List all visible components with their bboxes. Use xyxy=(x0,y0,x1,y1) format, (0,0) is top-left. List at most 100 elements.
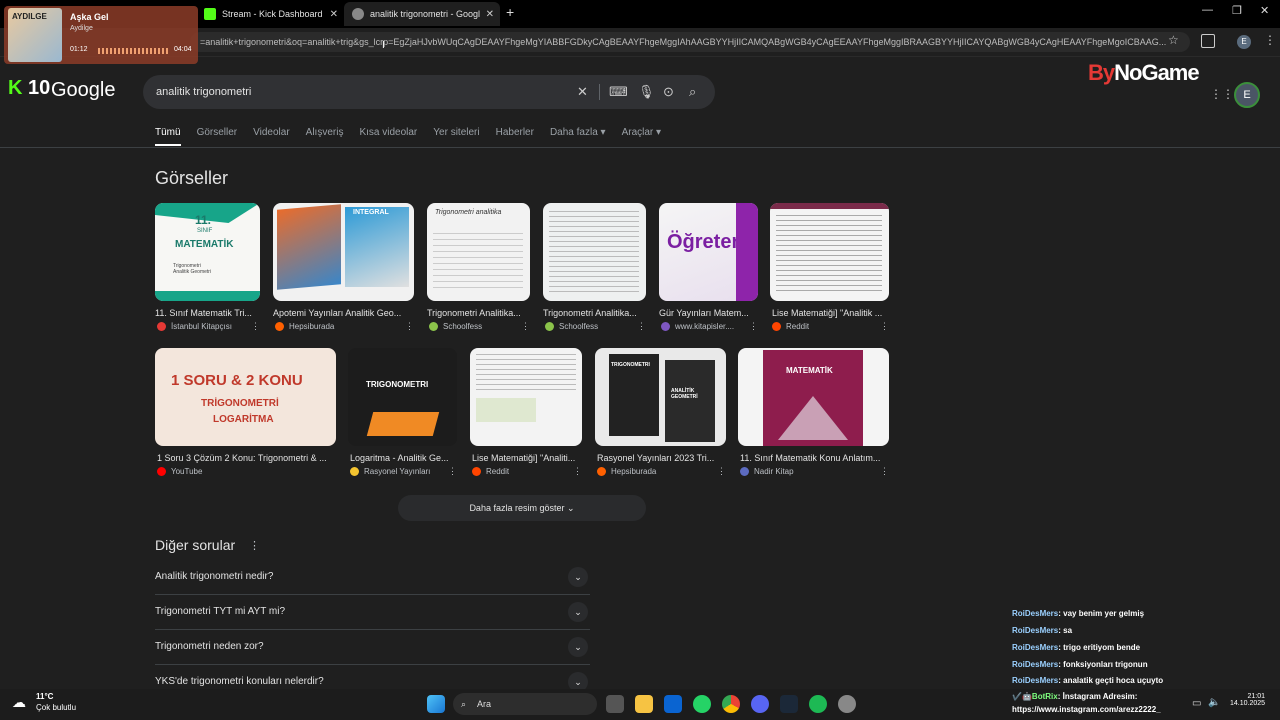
image-result-1[interactable]: 11. SINIF MATEMATİK Trigonometri Analiti… xyxy=(155,203,260,301)
image-source: Rasyonel Yayınları xyxy=(350,467,430,476)
image-result-5[interactable]: Öğreten xyxy=(659,203,758,301)
kick-favicon-icon xyxy=(204,8,216,20)
question-item[interactable]: Trigonometri TYT mi AYT mi? ⌄ xyxy=(155,595,590,630)
more-options-icon[interactable]: ⋮ xyxy=(251,321,260,332)
tab-short-videos[interactable]: Kısa videolar xyxy=(359,127,417,146)
outlook-icon[interactable] xyxy=(664,695,682,713)
song-artist: Aydilge xyxy=(70,25,93,32)
more-options-icon[interactable]: ⋮ xyxy=(405,321,414,332)
more-options-icon[interactable]: ⋮ xyxy=(880,466,889,477)
clock[interactable]: 21:01 14.10.2025 xyxy=(1230,693,1265,707)
obs-icon[interactable] xyxy=(838,695,856,713)
browser-menu-icon[interactable]: ⋮ xyxy=(1264,33,1276,47)
task-view-icon[interactable] xyxy=(606,695,624,713)
image-result-11[interactable]: MATEMATİK xyxy=(738,348,889,446)
minimize-icon[interactable]: — xyxy=(1202,4,1213,16)
waveform xyxy=(98,48,170,54)
cloud-icon: ☁ xyxy=(12,694,26,710)
start-icon[interactable] xyxy=(427,695,445,713)
image-source: Hepsiburada xyxy=(275,322,334,331)
more-options-icon[interactable]: ⋮ xyxy=(749,321,758,332)
more-options-icon[interactable]: ⋮ xyxy=(249,539,260,552)
image-title[interactable]: Trigonometri Analitika... xyxy=(427,308,530,318)
question-item[interactable]: Analitik trigonometri nedir? ⌄ xyxy=(155,560,590,595)
steam-icon[interactable] xyxy=(780,695,798,713)
chat-message: RoiDesMers: vay benim yer gelmiş xyxy=(1012,609,1145,618)
new-tab-button[interactable]: + xyxy=(506,4,514,20)
close-tab-icon[interactable]: ✕ xyxy=(486,9,494,20)
tab-videos[interactable]: Videolar xyxy=(253,127,290,146)
image-title[interactable]: Lise Matematiği] "Analitik ... xyxy=(772,308,889,318)
image-result-8[interactable]: TRIGONOMETRI xyxy=(348,348,457,446)
image-title[interactable]: Apotemi Yayınları Analitik Geo... xyxy=(273,308,414,318)
tab-shopping[interactable]: Alışveriş xyxy=(306,127,344,146)
tab-more[interactable]: Daha fazla ▾ xyxy=(550,127,606,146)
tab-kick-dashboard[interactable]: Stream - Kick Dashboard ✕ xyxy=(196,2,344,26)
bookmark-star-icon[interactable]: ☆ xyxy=(1168,33,1179,47)
image-source: Reddit xyxy=(772,322,809,331)
image-result-7[interactable]: 1 SORU & 2 KONU TRİGONOMETRİ LOGARİTMA xyxy=(155,348,336,446)
more-options-icon[interactable]: ⋮ xyxy=(717,466,726,477)
volume-icon[interactable]: 🔈 xyxy=(1208,697,1220,708)
more-options-icon[interactable]: ⋮ xyxy=(448,466,457,477)
image-result-6[interactable] xyxy=(770,203,889,301)
chevron-down-icon[interactable]: ⌄ xyxy=(568,567,588,587)
image-title[interactable]: Lise Matematiği] "Analiti... xyxy=(472,453,582,463)
google-logo[interactable]: Google xyxy=(51,79,116,102)
tab-news[interactable]: Haberler xyxy=(496,127,534,146)
more-options-icon[interactable]: ⋮ xyxy=(637,321,646,332)
lens-icon[interactable]: ⊙ xyxy=(663,84,674,100)
chrome-icon[interactable] xyxy=(722,695,740,713)
search-box[interactable]: analitik trigonometri ✕ ⌨ 🎙 ⊙ ⌕ xyxy=(143,75,715,109)
tab-google-search[interactable]: analitik trigonometri - Google Ar ✕ xyxy=(344,2,500,26)
search-icon[interactable]: ⌕ xyxy=(689,84,696,100)
close-window-icon[interactable]: ✕ xyxy=(1260,4,1269,17)
chat-message: RoiDesMers: trigo eritiyom bende xyxy=(1012,643,1141,652)
profile-icon[interactable]: E xyxy=(1237,35,1251,49)
network-icon[interactable]: ▭ xyxy=(1192,698,1201,709)
image-title[interactable]: Rasyonel Yayınları 2023 Tri... xyxy=(597,453,726,463)
image-title[interactable]: 1 Soru 3 Çözüm 2 Konu: Trigonometri & ..… xyxy=(157,453,336,463)
extensions-icon[interactable] xyxy=(1201,34,1215,48)
keyboard-icon[interactable]: ⌨ xyxy=(609,84,628,100)
image-source: Reddit xyxy=(472,467,509,476)
tab-places[interactable]: Yer siteleri xyxy=(433,127,479,146)
more-options-icon[interactable]: ⋮ xyxy=(880,321,889,332)
discord-icon[interactable] xyxy=(751,695,769,713)
image-title[interactable]: Gür Yayınları Matem... xyxy=(659,308,758,318)
question-item[interactable]: Trigonometri neden zor? ⌄ xyxy=(155,630,590,665)
image-source: Schoolfess xyxy=(429,322,482,331)
image-title[interactable]: Trigonometri Analitika... xyxy=(543,308,646,318)
image-title[interactable]: 11. Sınıf Matematik Tri... xyxy=(155,308,260,318)
chevron-down-icon[interactable]: ⌄ xyxy=(568,602,588,622)
clear-icon[interactable]: ✕ xyxy=(577,84,588,100)
image-source: İstanbul Kitapçısı xyxy=(157,322,232,331)
restore-icon[interactable]: ❐ xyxy=(1232,4,1242,17)
tab-tools[interactable]: Araçlar ▾ xyxy=(622,127,661,146)
more-images-button[interactable]: Daha fazla resim göster ⌄ xyxy=(398,495,646,521)
mic-icon[interactable]: 🎙 xyxy=(638,84,655,100)
image-result-4[interactable] xyxy=(543,203,646,301)
image-result-3[interactable]: Trigonometri analitika xyxy=(427,203,530,301)
close-tab-icon[interactable]: ✕ xyxy=(330,9,338,20)
song-title: Aşka Gel xyxy=(70,12,109,22)
address-input[interactable]: =analitik+trigonometri&oq=analitik+trig&… xyxy=(190,32,1190,52)
image-title[interactable]: Logaritma - Analitik Ge... xyxy=(350,453,457,463)
chevron-down-icon[interactable]: ⌄ xyxy=(568,637,588,657)
tab-images[interactable]: Görseller xyxy=(197,127,238,146)
more-options-icon[interactable]: ⋮ xyxy=(521,321,530,332)
image-title[interactable]: 11. Sınıf Matematik Konu Anlatım... xyxy=(740,453,889,463)
image-source: www.kitapisler.... xyxy=(661,322,734,331)
image-result-2[interactable]: INTEGRAL xyxy=(273,203,414,301)
image-result-10[interactable]: TRIGONOMETRI ANALİTİK GEOMETRİ xyxy=(595,348,726,446)
whatsapp-icon[interactable] xyxy=(693,695,711,713)
tab-all[interactable]: Tümü xyxy=(155,127,181,146)
file-explorer-icon[interactable] xyxy=(635,695,653,713)
search-input[interactable]: analitik trigonometri xyxy=(156,86,251,98)
taskbar-search[interactable]: ⌕ Ara xyxy=(453,693,597,715)
spotify-icon[interactable] xyxy=(809,695,827,713)
image-result-9[interactable] xyxy=(470,348,582,446)
search-nav-tabs: Tümü Görseller Videolar Alışveriş Kısa v… xyxy=(155,127,677,146)
more-options-icon[interactable]: ⋮ xyxy=(573,466,582,477)
account-avatar[interactable]: E xyxy=(1234,82,1260,108)
